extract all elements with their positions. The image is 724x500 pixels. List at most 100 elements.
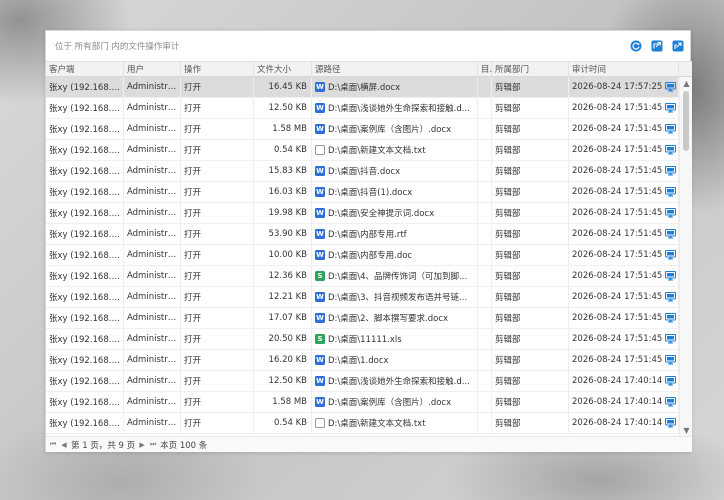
column-header-source-path[interactable]: 源路径	[312, 62, 478, 76]
vertical-scrollbar[interactable]: ▲ ▼	[679, 77, 692, 436]
cell-audit-time: 2026-08-24 17:40:14	[569, 413, 679, 433]
table-row[interactable]: 张xy (192.168.3... Administra... 打开 0.54 KB D…	[46, 140, 692, 161]
cell-client-text: 张xy (192.168.3...	[49, 251, 123, 261]
monitor-icon[interactable]	[665, 292, 676, 302]
cell-client-text: 张xy (192.168.3...	[49, 125, 123, 135]
cell-target	[478, 77, 492, 97]
monitor-icon[interactable]	[665, 208, 676, 218]
table-row[interactable]: 张xy (192.168.3... Administra... 打开 19.98 KB…	[46, 203, 692, 224]
word-file-icon: W	[315, 187, 325, 197]
table-row[interactable]: 张xy (192.168.3... Administra... 打开 53.90 KB…	[46, 224, 692, 245]
cell-audit-time: 2026-08-24 17:51:45	[569, 287, 679, 307]
cell-department: 剪辑部	[492, 245, 569, 265]
cell-audit-time: 2026-08-24 17:51:45	[569, 119, 679, 139]
monitor-icon[interactable]	[665, 229, 676, 239]
cell-target	[478, 308, 492, 328]
monitor-icon[interactable]	[665, 397, 676, 407]
table-row[interactable]: 张xy (192.168.3... Administra... 打开 1.58 MB W…	[46, 119, 692, 140]
cell-operation: 打开	[181, 245, 254, 265]
cell-source-path: W D:\桌面\安全神提示词.docx	[312, 203, 478, 223]
cell-target	[478, 161, 492, 181]
cell-operation-text: 打开	[184, 377, 202, 387]
cell-client-text: 张xy (192.168.3...	[49, 188, 123, 198]
cell-audit-time-text: 2026-08-24 17:57:25	[572, 82, 663, 92]
cell-operation-text: 打开	[184, 356, 202, 366]
cell-audit-time-text: 2026-08-24 17:51:45	[572, 355, 663, 365]
cell-target	[478, 140, 492, 160]
table-row[interactable]: 张xy (192.168.3... Administra... 打开 12.50 KB…	[46, 98, 692, 119]
table-row[interactable]: 张xy (192.168.3... Administra... 打开 15.83 KB…	[46, 161, 692, 182]
column-header-client[interactable]: 客户端	[46, 62, 124, 76]
cell-user-text: Administra...	[127, 208, 180, 218]
cell-client: 张xy (192.168.3...	[46, 161, 124, 181]
monitor-icon[interactable]	[665, 187, 676, 197]
table-row[interactable]: 张xy (192.168.3... Administra... 打开 17.07 KB…	[46, 308, 692, 329]
cell-size: 53.90 KB	[254, 224, 312, 244]
monitor-icon[interactable]	[665, 313, 676, 323]
cell-user-text: Administra...	[127, 103, 180, 113]
monitor-icon[interactable]	[665, 250, 676, 260]
cell-target	[478, 119, 492, 139]
column-header-department[interactable]: 所属部门	[492, 62, 569, 76]
cell-size: 0.54 KB	[254, 140, 312, 160]
cell-size: 16.45 KB	[254, 77, 312, 97]
monitor-icon[interactable]	[665, 145, 676, 155]
cell-user: Administra...	[124, 140, 181, 160]
monitor-icon[interactable]	[665, 166, 676, 176]
word-file-icon: W	[315, 355, 325, 365]
cell-client-text: 张xy (192.168.3...	[49, 146, 123, 156]
cell-user: Administra...	[124, 371, 181, 391]
cell-department: 剪辑部	[492, 413, 569, 433]
scrollbar-thumb[interactable]	[683, 91, 689, 151]
prev-page-icon[interactable]: ◀	[60, 441, 68, 449]
table-row[interactable]: 张xy (192.168.3... Administra... 打开 16.20 KB…	[46, 350, 692, 371]
table-row[interactable]: 张xy (192.168.3... Administra... 打开 1.58 MB W…	[46, 392, 692, 413]
table-row[interactable]: 张xy (192.168.3... Administra... 打开 10.00 KB…	[46, 245, 692, 266]
table-row[interactable]: 张xy (192.168.3... Administra... 打开 12.36 KB…	[46, 266, 692, 287]
refresh-button[interactable]	[630, 40, 642, 52]
export-button[interactable]	[651, 40, 663, 52]
column-header-size[interactable]: 文件大小	[254, 62, 312, 76]
cell-operation-text: 打开	[184, 419, 202, 429]
column-header-operation[interactable]: 操作	[181, 62, 254, 76]
share-button[interactable]	[672, 40, 684, 52]
table-row[interactable]: 张xy (192.168.3... Administra... 打开 16.03 KB…	[46, 182, 692, 203]
cell-source-path: S D:\桌面\4、品牌传饰词（可加到脚...	[312, 266, 478, 286]
cell-department-text: 剪辑部	[495, 230, 521, 240]
cell-target	[478, 392, 492, 412]
column-header-target[interactable]: 目.	[478, 62, 492, 76]
monitor-icon[interactable]	[665, 271, 676, 281]
column-header-user[interactable]: 用户	[124, 62, 181, 76]
cell-user: Administra...	[124, 350, 181, 370]
monitor-icon[interactable]	[665, 355, 676, 365]
scroll-up-icon[interactable]: ▲	[680, 77, 692, 89]
monitor-icon[interactable]	[665, 376, 676, 386]
first-page-icon[interactable]: ⏮	[49, 440, 57, 449]
last-page-icon[interactable]: ⏭	[149, 440, 157, 449]
cell-user-text: Administra...	[127, 166, 180, 176]
cell-target	[478, 329, 492, 349]
cell-department-text: 剪辑部	[495, 83, 521, 93]
cell-source-path-text: D:\桌面\抖音.docx	[328, 167, 401, 177]
table-row[interactable]: 张xy (192.168.3... Administra... 打开 0.54 KB D…	[46, 413, 692, 434]
column-header-audit-time[interactable]: 审计时间	[569, 62, 679, 76]
cell-size-text: 15.83 KB	[268, 166, 307, 176]
table-row[interactable]: 张xy (192.168.3... Administra... 打开 12.50 KB…	[46, 371, 692, 392]
per-page-info: 本页 100 条	[160, 440, 208, 451]
monitor-icon[interactable]	[665, 82, 676, 92]
cell-source-path-text: D:\桌面\抖音(1).docx	[328, 188, 413, 198]
next-page-icon[interactable]: ▶	[138, 441, 146, 449]
scroll-down-icon[interactable]: ▼	[680, 424, 692, 436]
monitor-icon[interactable]	[665, 334, 676, 344]
table-row[interactable]: 张xy (192.168.3... Administra... 打开 12.21 KB…	[46, 287, 692, 308]
table-row[interactable]: 张xy (192.168.3... Administra... 打开 20.50 KB…	[46, 329, 692, 350]
cell-size-text: 1.58 MB	[272, 124, 307, 134]
monitor-icon[interactable]	[665, 124, 676, 134]
cell-source-path: W D:\桌面\浅谈她外生命探索和接触.d...	[312, 371, 478, 391]
monitor-icon[interactable]	[665, 418, 676, 428]
cell-size: 16.20 KB	[254, 350, 312, 370]
monitor-icon[interactable]	[665, 103, 676, 113]
cell-operation: 打开	[181, 203, 254, 223]
cell-client: 张xy (192.168.3...	[46, 98, 124, 118]
table-row[interactable]: 张xy (192.168.3... Administra... 打开 16.45 KB…	[46, 77, 692, 98]
